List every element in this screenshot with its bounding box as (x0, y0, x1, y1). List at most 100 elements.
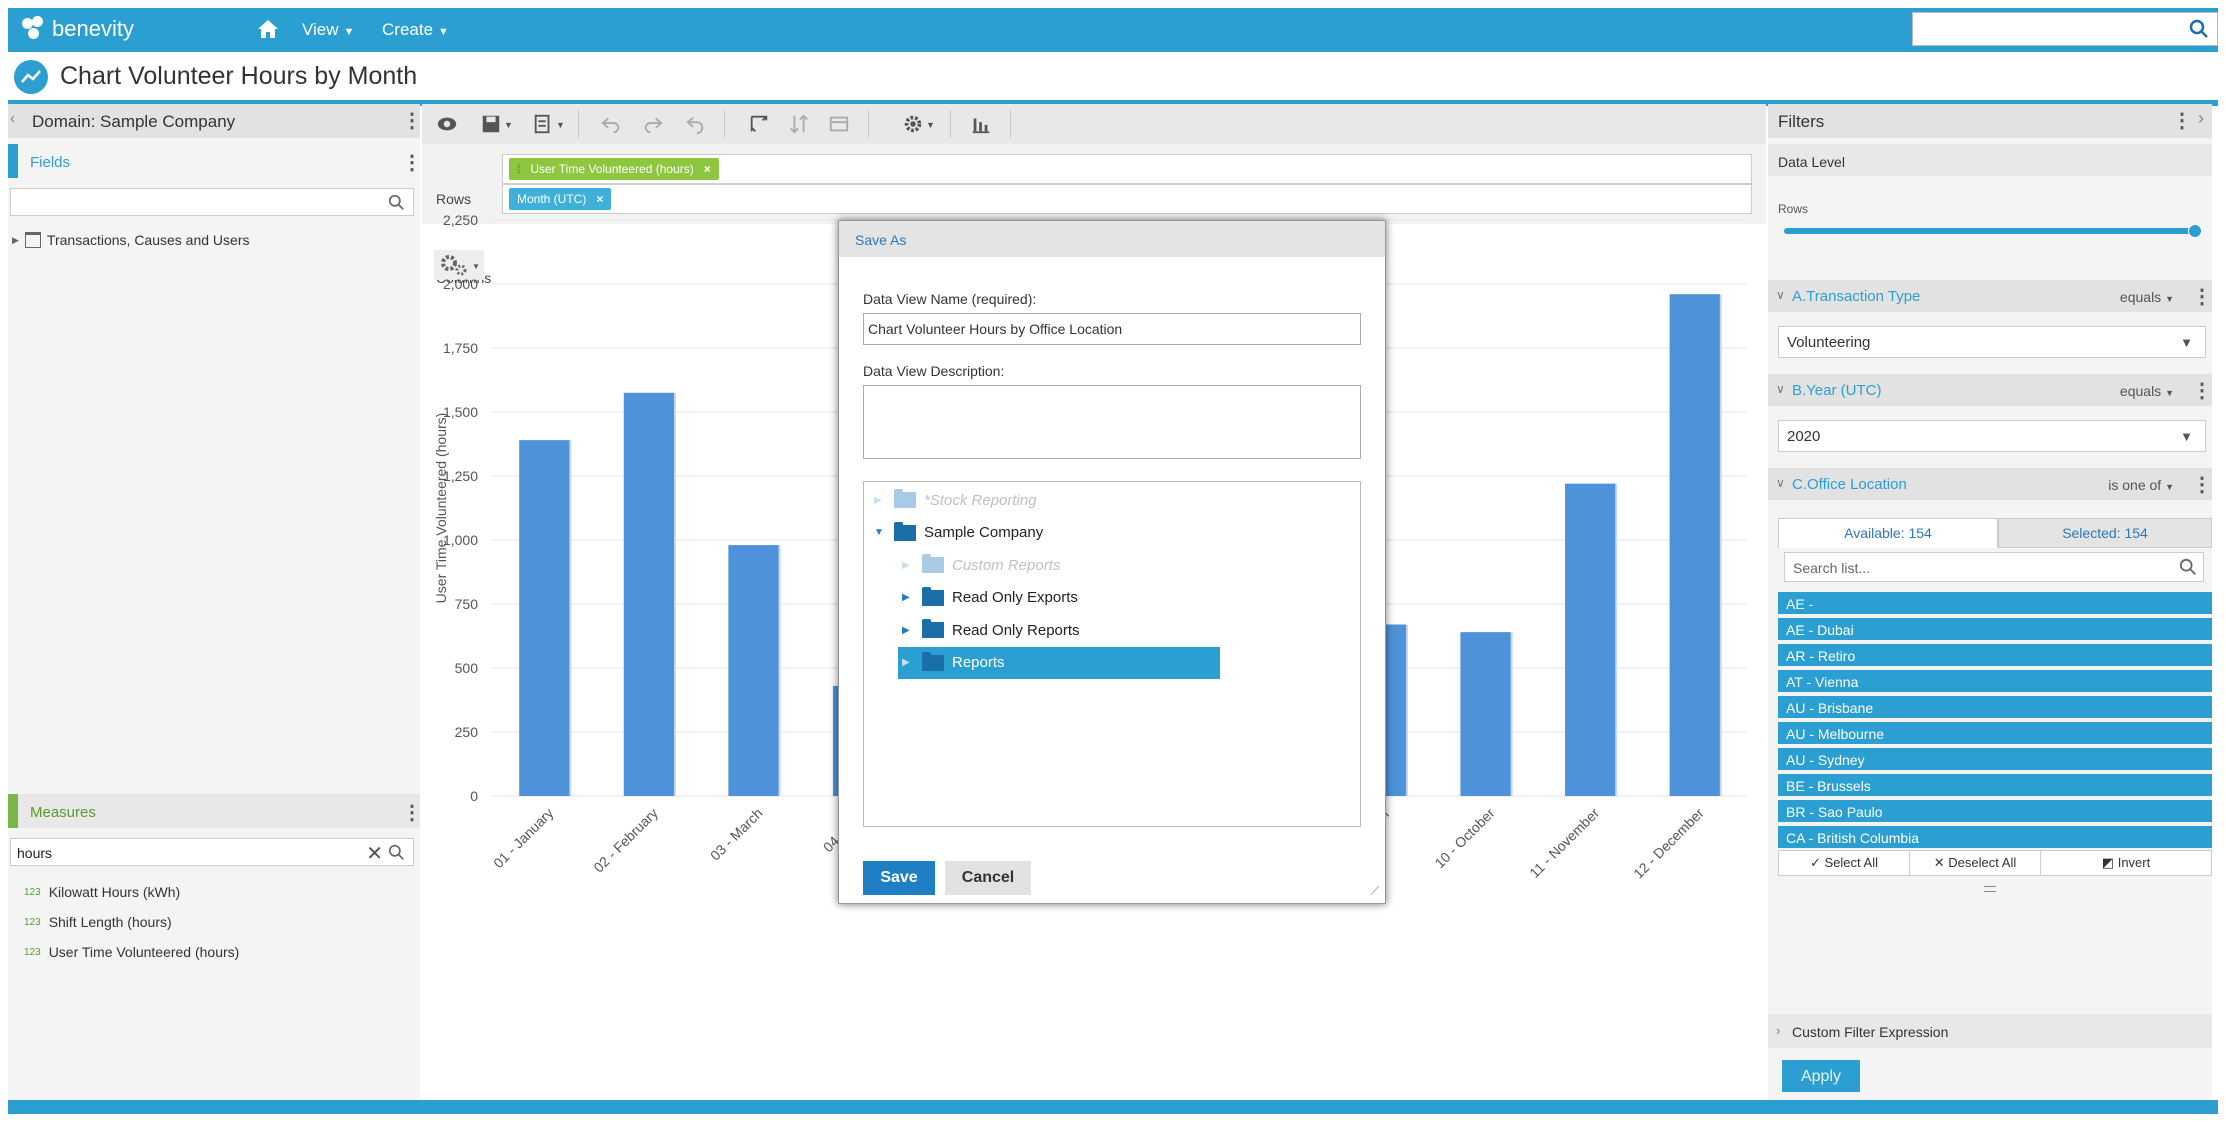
tab-selected[interactable]: Selected: 154 (1998, 518, 2212, 548)
location-search-input[interactable]: Search list... (1784, 552, 2204, 582)
expand-right-icon[interactable]: ▶ (902, 625, 916, 636)
view-menu-label: View (302, 20, 339, 39)
folder-tree-item[interactable]: ▶ Read Only Reports (902, 614, 1080, 646)
filter-operator[interactable]: equals ▼ (2120, 383, 2174, 399)
data-view-description-input[interactable] (863, 385, 1361, 459)
location-list-item[interactable]: BR - Sao Paulo (1778, 800, 2212, 824)
dialog-resize-grip-icon[interactable]: ⟋ (1371, 884, 1379, 899)
custom-filter-expression[interactable]: › Custom Filter Expression (1768, 1014, 2212, 1048)
caret-down-icon[interactable]: ▼ (504, 120, 513, 130)
measures-kebab-icon[interactable]: ⋮ (402, 800, 422, 825)
expand-arrow-icon[interactable]: ▶ (12, 235, 19, 246)
tree-item-transactions[interactable]: ▶ Transactions, Causes and Users (12, 232, 250, 248)
slider-handle[interactable] (2188, 224, 2202, 238)
location-list-item[interactable]: AU - Brisbane (1778, 696, 2212, 720)
home-icon[interactable] (256, 18, 280, 40)
x-tick-label: 10 - October (1431, 805, 1498, 872)
columns-pill[interactable]: ⁞ User Time Volunteered (hours) × (509, 158, 719, 180)
numeric-badge-icon: 123 (24, 916, 41, 928)
undo-icon[interactable] (600, 113, 622, 135)
collapse-left-icon[interactable]: ‹ (10, 110, 15, 128)
filter-transaction-type-header[interactable]: ∨ A.Transaction Type equals ▼ ⋮ (1768, 280, 2212, 312)
redo-icon[interactable] (642, 113, 664, 135)
expand-right-icon[interactable]: ▶ (902, 592, 916, 603)
expand-right-icon[interactable]: ▶ (902, 657, 916, 668)
location-list-item[interactable]: AT - Vienna (1778, 670, 2212, 694)
folder-tree-item[interactable]: ▶ Custom Reports (902, 549, 1060, 581)
dropdown-arrow-icon: ▼ (2180, 429, 2193, 444)
select-value: Volunteering (1787, 334, 1871, 351)
clear-search-icon[interactable]: ✕ (366, 841, 383, 866)
chevron-down-icon[interactable]: ∨ (1776, 288, 1785, 302)
collapse-right-icon[interactable]: › (2198, 108, 2204, 129)
apply-button[interactable]: Apply (1782, 1060, 1860, 1092)
location-list-item[interactable]: AU - Sydney (1778, 748, 2212, 772)
swap-axes-icon[interactable] (748, 113, 770, 135)
location-list-item[interactable]: AU - Melbourne (1778, 722, 2212, 746)
remove-pill-icon[interactable]: × (704, 162, 711, 176)
settings-icon[interactable] (902, 113, 924, 135)
year-select[interactable]: 2020 ▼ (1778, 420, 2206, 452)
kebab-menu-icon[interactable]: ⋮ (402, 108, 422, 133)
location-list-item[interactable]: BE - Brussels (1778, 774, 2212, 798)
bar (1460, 632, 1511, 796)
measure-item[interactable]: 123 User Time Volunteered (hours) (24, 944, 239, 960)
measures-search-input[interactable]: hours ✕ (10, 838, 414, 866)
folder-icon (922, 554, 944, 573)
expand-down-icon[interactable]: ▼ (874, 527, 888, 538)
caret-down-icon[interactable]: ▼ (926, 120, 935, 130)
export-icon[interactable] (532, 113, 554, 135)
chart-icon[interactable] (970, 113, 992, 135)
resize-handle-icon[interactable] (1984, 886, 1996, 892)
measure-item[interactable]: 123 Shift Length (hours) (24, 914, 172, 930)
filter-office-location-header[interactable]: ∨ C.Office Location is one of ▼ ⋮ (1768, 468, 2212, 500)
location-list-item[interactable]: CA - British Columbia (1778, 826, 2212, 850)
kebab-menu-icon[interactable]: ⋮ (2192, 378, 2212, 403)
folder-tree-item[interactable]: ▶ Reports (898, 646, 1220, 679)
expand-right-icon[interactable]: ▶ (874, 495, 888, 506)
kebab-menu-icon[interactable]: ⋮ (2172, 108, 2192, 133)
global-search-input[interactable] (1912, 12, 2218, 46)
expand-right-icon[interactable]: ▶ (902, 560, 916, 571)
create-menu[interactable]: Create ▼ (382, 20, 449, 40)
save-button[interactable]: Save (863, 861, 935, 895)
folder-tree-item[interactable]: ▶ *Stock Reporting (874, 484, 1037, 516)
save-icon[interactable] (480, 113, 502, 135)
filter-year-header[interactable]: ∨ B.Year (UTC) equals ▼ ⋮ (1768, 374, 2212, 406)
kebab-menu-icon[interactable]: ⋮ (2192, 472, 2212, 497)
fields-kebab-icon[interactable]: ⋮ (402, 150, 422, 175)
eye-icon[interactable] (436, 113, 458, 135)
sort-icon[interactable] (788, 113, 810, 135)
deselect-all-button[interactable]: ✕ Deselect All (1910, 851, 2041, 875)
invert-button[interactable]: ◩ Invert (2041, 851, 2211, 875)
chevron-down-icon[interactable]: ∨ (1776, 476, 1785, 490)
location-list-item[interactable]: AE - (1778, 592, 2212, 616)
transaction-type-select[interactable]: Volunteering ▼ (1778, 326, 2206, 358)
drag-handle-icon[interactable]: ⁞ (517, 162, 520, 176)
columns-shelf[interactable]: ⁞ User Time Volunteered (hours) × (502, 154, 1752, 184)
kebab-menu-icon[interactable]: ⋮ (2192, 284, 2212, 309)
benevity-logo[interactable]: benevity (22, 16, 134, 42)
filter-operator[interactable]: equals ▼ (2120, 289, 2174, 305)
view-menu[interactable]: View ▼ (302, 20, 354, 40)
tab-available[interactable]: Available: 154 (1778, 518, 1998, 548)
location-list-item[interactable]: AE - Dubai (1778, 618, 2212, 642)
cancel-button[interactable]: Cancel (945, 861, 1031, 895)
folder-tree-item[interactable]: ▼ Sample Company (874, 517, 1043, 549)
reset-icon[interactable] (684, 113, 706, 135)
search-icon[interactable] (2189, 19, 2209, 39)
caret-down-icon[interactable]: ▼ (556, 120, 565, 130)
fields-search-input[interactable] (10, 188, 414, 216)
table-icon[interactable] (828, 113, 850, 135)
select-all-button[interactable]: ✓ Select All (1779, 851, 1910, 875)
filter-operator[interactable]: is one of ▼ (2108, 477, 2174, 493)
data-view-name-input[interactable]: Chart Volunteer Hours by Office Location (863, 313, 1361, 345)
search-icon[interactable] (388, 194, 405, 211)
chevron-down-icon[interactable]: ∨ (1776, 382, 1785, 396)
data-level-slider[interactable] (1784, 224, 2202, 238)
measure-item[interactable]: 123 Kilowatt Hours (kWh) (24, 884, 180, 900)
folder-tree-item[interactable]: ▶ Read Only Exports (902, 582, 1078, 614)
search-icon[interactable] (2179, 558, 2197, 576)
location-list-item[interactable]: AR - Retiro (1778, 644, 2212, 668)
search-icon[interactable] (388, 844, 405, 861)
